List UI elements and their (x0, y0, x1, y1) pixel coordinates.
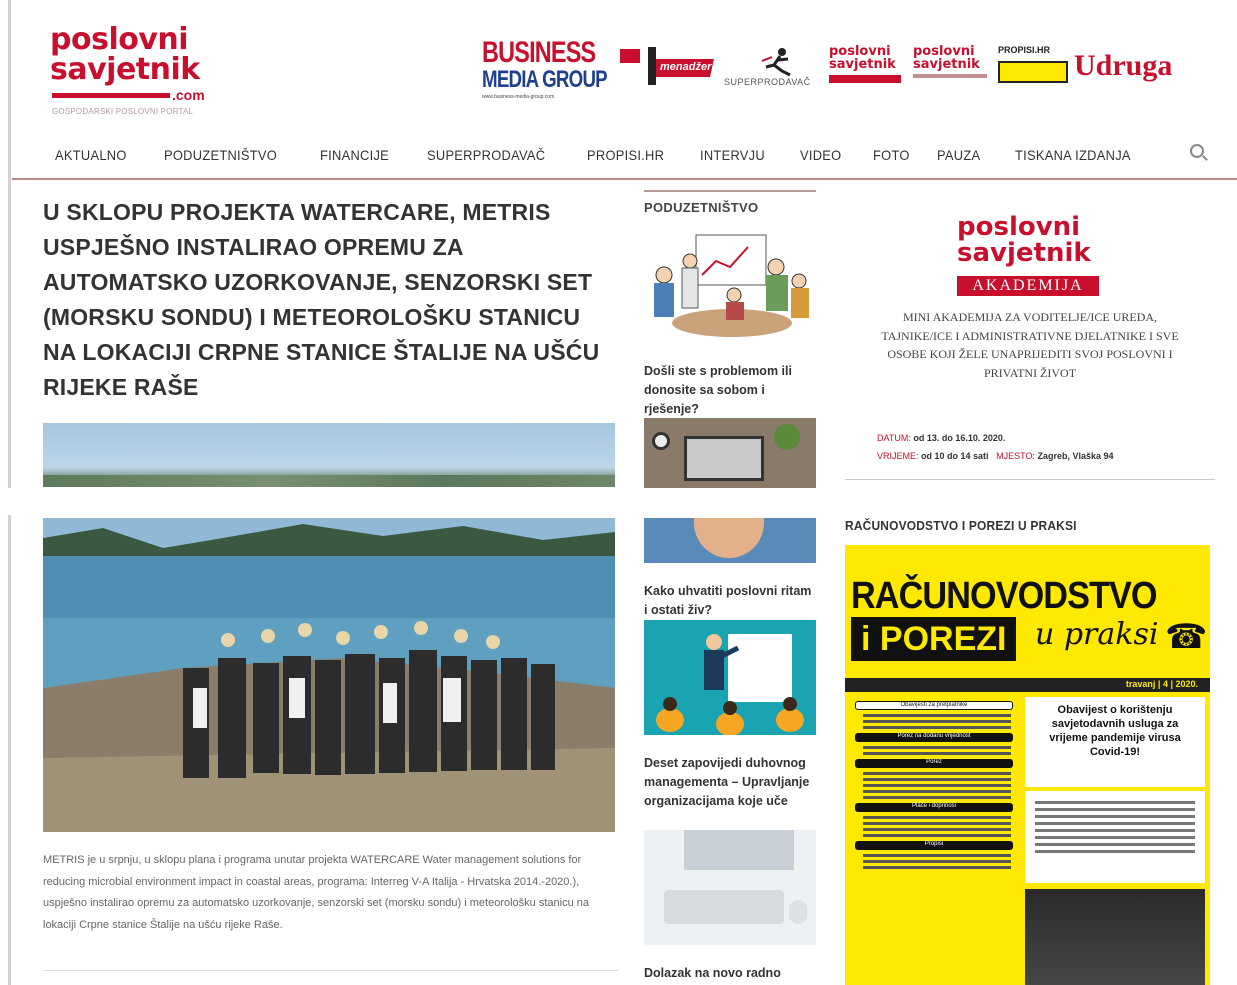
thumb-desk[interactable] (644, 418, 816, 488)
covid-notice: Obavijest o korištenju savjetodavnih usl… (1025, 697, 1205, 787)
cover-section: Propisi (855, 841, 1013, 850)
cover-section: Porez (855, 759, 1013, 768)
cover-section: Obavijesti za pretplatnike (855, 701, 1013, 710)
date-label: DATUM: (877, 433, 911, 443)
racunovodstvo-cover[interactable]: RAČUNOVODSTVO i POREZI u praksi ☎ travan… (845, 545, 1210, 985)
partner-logo-udruga[interactable]: Udruga (1074, 49, 1172, 83)
runner-icon (761, 48, 791, 77)
page: poslovni savjetnik .com GOSPODARSKI POSL… (0, 0, 1237, 985)
cover-contents: Obavijesti za pretplatnike Porez na doda… (849, 697, 1019, 985)
nav-item-tiskana-izdanja[interactable]: TISKANA IZDANJA (1015, 147, 1131, 163)
tiskana-line2: savjetnik (913, 57, 980, 72)
nav-item-poduzetnistvo[interactable]: PODUZETNIŠTVO (164, 147, 277, 163)
thumb-meeting[interactable] (644, 225, 816, 345)
cover-notice: Obavijest o korištenju savjetodavnih usl… (1025, 697, 1205, 985)
nav-item-financije[interactable]: FINANCIJE (320, 147, 389, 163)
thumb-presentation[interactable] (644, 620, 816, 735)
presentation-illustration (656, 634, 804, 735)
cover-section: Porez na dodanu vrijednost (855, 733, 1013, 742)
cover-title-2: i POREZI (851, 617, 1017, 661)
nav-item-aktualno[interactable]: AKTUALNO (55, 147, 127, 163)
time-label: VRIJEME: (877, 451, 919, 461)
cover-photo (1025, 889, 1205, 985)
logo-suffix: .com (172, 87, 205, 103)
tiskana-sub (913, 74, 987, 78)
logo-bar (52, 93, 170, 98)
time-value: od 10 do 14 sati (921, 451, 989, 461)
bmg-line2: MEDIA GROUP (482, 66, 608, 93)
search-icon[interactable] (1190, 144, 1204, 158)
article-link-4[interactable]: Dolazak na novo radno (644, 964, 816, 983)
akademija-logo-line2: savjetnik (957, 238, 1091, 268)
cover-issue: travanj | 4 | 2020. (1125, 679, 1198, 689)
cover-section: Plaće i doprinosi (855, 803, 1013, 812)
logo-line1: poslovni (50, 22, 189, 57)
akademija-line2: savjetnik (829, 57, 896, 72)
bmg-line1: BUSINESS (482, 36, 596, 69)
cover-issue-strip: travanj | 4 | 2020. (845, 678, 1210, 692)
partner-logo-akademija[interactable]: poslovni savjetnik (829, 45, 907, 90)
meeting-illustration (654, 234, 809, 337)
partner-logo-propisi[interactable]: PROPISI.HR (998, 45, 1070, 93)
propisi-banner (998, 61, 1068, 83)
akademija-bar (829, 75, 901, 83)
superprodavac-label: SUPERPRODAVAČ (724, 77, 811, 87)
akademija-band: AKADEMIJA (957, 276, 1099, 296)
thumb-person-top[interactable] (644, 518, 816, 563)
cover-title-1: RAČUNOVODSTVO (851, 575, 1158, 617)
thumb-keyboard[interactable] (644, 830, 816, 945)
propisi-label: PROPISI.HR (998, 45, 1051, 55)
akademija-details: DATUM: od 13. do 16.10. 2020. VRIJEME: o… (877, 429, 1207, 465)
lake-group-photo (43, 518, 615, 832)
site-logo[interactable]: poslovni savjetnik .com GOSPODARSKI POSL… (50, 25, 220, 120)
article-link-3[interactable]: Deset zapovijedi duhovnog managementa – … (644, 754, 816, 811)
nav-item-propisi[interactable]: PROPISI.HR (587, 147, 664, 163)
date-value: od 13. do 16.10. 2020. (913, 433, 1006, 443)
partner-logo-bmg[interactable]: BUSINESS MEDIA GROUP www.business-media-… (482, 36, 608, 101)
scroll-seam (0, 488, 1237, 515)
akademija-description: MINI AKADEMIJA ZA VODITELJE/ICE UREDA, T… (881, 310, 1179, 380)
phone-icon: ☎ (1165, 618, 1208, 656)
partner-logo-superprodavac[interactable]: SUPERPRODAVAČ (722, 45, 822, 90)
nav-divider (12, 178, 1237, 180)
left-border (8, 0, 11, 490)
logo-tagline: GOSPODARSKI POSLOVNI PORTAL (52, 107, 194, 116)
caption-divider (43, 970, 618, 971)
akademija-banner[interactable]: poslovni savjetnik AKADEMIJA MINI AKADEM… (845, 200, 1215, 480)
akademija-logo-line1: poslovni (957, 212, 1081, 242)
partner-logo-menadzer[interactable]: menadžer (620, 45, 715, 90)
section-heading-racunovodstvo[interactable]: RAČUNOVODSTVO I POREZI U PRAKSI (845, 518, 1077, 533)
nav-item-superprodavac[interactable]: SUPERPRODAVAČ (427, 147, 545, 163)
article-hero-image[interactable] (43, 518, 615, 832)
menadzer-label: menadžer (660, 61, 712, 73)
left-border (8, 515, 11, 985)
article-link-1[interactable]: Došli ste s problemom ili donosite sa so… (644, 362, 816, 419)
section-heading-poduzetnistvo[interactable]: PODUZETNIŠTVO (644, 200, 758, 215)
akademija-logo: poslovni savjetnik (957, 214, 1091, 266)
article-image-top (43, 423, 615, 487)
place-label: MJESTO: (996, 451, 1035, 461)
nav-item-pauza[interactable]: PAUZA (937, 147, 980, 163)
cover-title-3: u praksi (1035, 617, 1159, 652)
partner-logo-tiskana[interactable]: poslovni savjetnik (913, 45, 993, 90)
nav-item-intervju[interactable]: INTERVJU (700, 147, 765, 163)
main-nav: AKTUALNO PODUZETNIŠTVO FINANCIJE SUPERPR… (40, 140, 1220, 170)
bmg-url: www.business-media-group.com (482, 94, 555, 100)
nav-item-foto[interactable]: FOTO (873, 147, 910, 163)
article-headline[interactable]: U SKLOPU PROJEKTA WATERCARE, METRIS USPJ… (43, 195, 603, 405)
article-caption: METRIS je u srpnju, u sklopu plana i pro… (43, 854, 589, 931)
notice-text (1025, 791, 1205, 883)
logo-line2: savjetnik (50, 52, 200, 87)
article-link-2[interactable]: Kako uhvatiti poslovni ritam i ostati ži… (644, 582, 816, 620)
nav-item-video[interactable]: VIDEO (800, 147, 841, 163)
section-rule (644, 190, 816, 192)
place-value: Zagreb, Vlaška 94 (1037, 451, 1114, 461)
